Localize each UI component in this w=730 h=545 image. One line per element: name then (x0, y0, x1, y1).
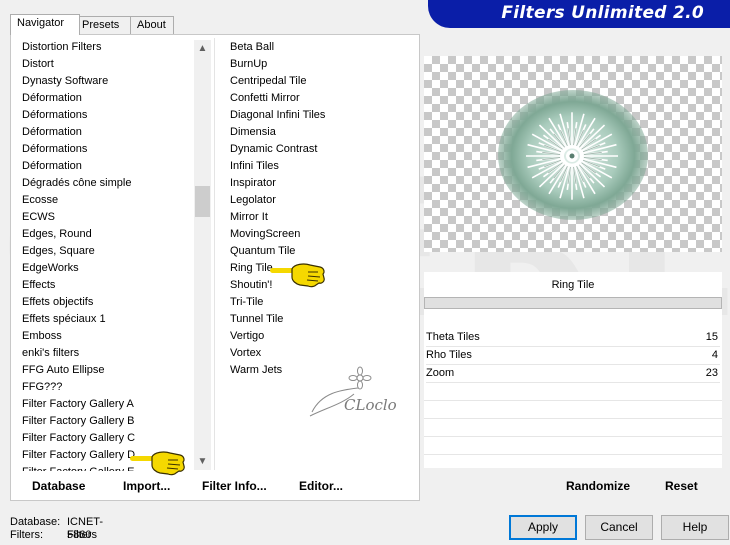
import-button[interactable]: Import... (123, 479, 170, 493)
filter-info-button[interactable]: Filter Info... (202, 479, 267, 493)
param-value: 15 (705, 331, 718, 343)
filter-item[interactable]: Quantum Tile (230, 243, 410, 260)
category-item[interactable]: Filter Factory Gallery B (12, 413, 192, 430)
category-item[interactable]: Edges, Round (12, 226, 192, 243)
filter-item[interactable]: MovingScreen (230, 226, 410, 243)
database-label: Database: (10, 516, 61, 528)
filter-item[interactable]: Legolator (230, 192, 410, 209)
filter-item[interactable]: Confetti Mirror (230, 90, 410, 107)
param-row-empty (424, 400, 722, 401)
preview-ring-tile-render (526, 112, 618, 200)
param-row-rho-tiles[interactable]: Rho Tiles 4 (426, 346, 720, 365)
hand-pointer-icon (130, 451, 185, 476)
watermark-logo: CLoclo (302, 364, 402, 424)
category-item[interactable]: Dynasty Software (12, 73, 192, 90)
filter-item[interactable]: BurnUp (230, 56, 410, 73)
filters-label: Filters: (10, 529, 43, 541)
editor-button[interactable]: Editor... (299, 479, 343, 493)
category-item[interactable]: ECWS (12, 209, 192, 226)
selected-filter-name: Ring Tile (551, 279, 595, 291)
category-item[interactable]: Dégradés cône simple (12, 175, 192, 192)
filter-item[interactable]: Diagonal Infini Tiles (230, 107, 410, 124)
filter-item[interactable]: Tunnel Tile (230, 311, 410, 328)
param-label: Theta Tiles (426, 331, 480, 343)
category-item[interactable]: Distort (12, 56, 192, 73)
hand-pointer-icon (270, 263, 325, 288)
filter-item[interactable]: Vortex (230, 345, 410, 362)
tab-presets[interactable]: Presets (75, 16, 133, 34)
randomize-button[interactable]: Randomize (566, 479, 630, 493)
filter-list[interactable]: Beta Ball BurnUp Centripedal Tile Confetti … (230, 39, 410, 389)
watermark-text: CLoclo (344, 396, 397, 414)
category-item[interactable]: EdgeWorks (12, 260, 192, 277)
param-row-zoom[interactable]: Zoom 23 (426, 364, 720, 383)
filters-count: 5860 (67, 529, 92, 541)
scroll-up-icon[interactable]: ▲ (194, 40, 211, 57)
category-item[interactable]: enki's filters (12, 345, 192, 362)
filter-item[interactable]: Vertigo (230, 328, 410, 345)
category-item[interactable]: Effets objectifs (12, 294, 192, 311)
flower-ornament-icon (309, 366, 372, 417)
apply-button[interactable]: Apply (509, 515, 577, 540)
param-label: Rho Tiles (426, 349, 472, 361)
status-info: Database: ICNET-Filters Filters: 5860 (10, 516, 103, 542)
category-item[interactable]: Distortion Filters (12, 39, 192, 56)
param-row-theta-tiles[interactable]: Theta Tiles 15 (426, 328, 720, 347)
param-value: 4 (711, 349, 718, 361)
category-item[interactable]: Filter Factory Gallery C (12, 430, 192, 447)
category-item[interactable]: Emboss (12, 328, 192, 345)
app-title: Filters Unlimited 2.0 (501, 3, 704, 23)
category-item[interactable]: Edges, Square (12, 243, 192, 260)
preview-image (424, 56, 722, 252)
filter-item[interactable]: Dynamic Contrast (230, 141, 410, 158)
parameter-slider[interactable] (424, 297, 722, 309)
category-item[interactable]: Effets spéciaux 1 (12, 311, 192, 328)
category-item[interactable]: Déformation (12, 90, 192, 107)
scroll-down-icon[interactable]: ▼ (194, 453, 211, 470)
category-list[interactable]: Distortion Filters Distort Dynasty Softwar… (12, 39, 192, 471)
category-item[interactable]: Filter Factory Gallery A (12, 396, 192, 413)
param-row-empty (424, 418, 722, 419)
category-item[interactable]: Déformation (12, 158, 192, 175)
category-scrollbar[interactable]: ▲ ▼ (194, 40, 211, 470)
param-value: 23 (705, 367, 718, 379)
scroll-thumb[interactable] (195, 186, 210, 217)
title-banner: Filters Unlimited 2.0 (428, 0, 730, 28)
category-item[interactable]: Déformations (12, 107, 192, 124)
help-button[interactable]: Help (661, 515, 729, 540)
param-row-empty (424, 454, 722, 455)
database-button[interactable]: Database (32, 479, 85, 493)
filter-item[interactable]: Infini Tiles (230, 158, 410, 175)
cancel-button[interactable]: Cancel (585, 515, 653, 540)
tab-about[interactable]: About (130, 16, 174, 34)
preview-spike (577, 124, 606, 152)
preview-spike (577, 160, 606, 188)
category-item[interactable]: Ecosse (12, 192, 192, 209)
param-row-empty (424, 436, 722, 437)
category-item[interactable]: Effects (12, 277, 192, 294)
list-separator (214, 38, 215, 470)
category-item[interactable]: FFG??? (12, 379, 192, 396)
filter-item[interactable]: Centripedal Tile (230, 73, 410, 90)
preview-spike (538, 160, 567, 188)
preview-spike (538, 124, 567, 152)
filter-item[interactable]: Mirror It (230, 209, 410, 226)
param-label: Zoom (426, 367, 455, 379)
reset-button[interactable]: Reset (665, 479, 698, 493)
tab-navigator[interactable]: Navigator (10, 14, 80, 35)
filter-item[interactable]: Inspirator (230, 175, 410, 192)
category-item[interactable]: FFG Auto Ellipse (12, 362, 192, 379)
filter-item[interactable]: Beta Ball (230, 39, 410, 56)
category-item[interactable]: Déformations (12, 141, 192, 158)
category-item[interactable]: Déformation (12, 124, 192, 141)
filter-item[interactable]: Tri-Tile (230, 294, 410, 311)
filter-item[interactable]: Dimensia (230, 124, 410, 141)
